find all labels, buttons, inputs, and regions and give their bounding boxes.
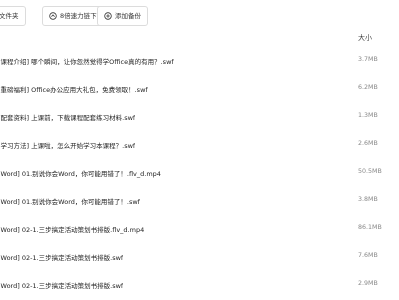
file-size: 2.9MB	[358, 280, 378, 287]
add-backup-label: 添加备份	[115, 12, 141, 20]
file-list-header: 大小	[0, 31, 399, 47]
file-name[interactable]: [Word] 02-1.三步搞定活动策划书排版.swf	[0, 252, 123, 262]
download-speed-icon	[49, 12, 57, 20]
new-folder-button[interactable]: 文件夹	[0, 6, 26, 26]
file-size: 6.2MB	[358, 84, 378, 91]
file-row[interactable]: [Word] 02-1.三步搞定活动策划书排版.swf 7.6MB	[0, 243, 399, 271]
file-size: 7.6MB	[358, 252, 378, 259]
file-name[interactable]: [Word] 02-1.三步搞定活动策划书排版.flv_d.mp4	[0, 224, 144, 234]
new-folder-label: 文件夹	[0, 12, 19, 20]
add-backup-button[interactable]: 添加备份	[97, 6, 148, 26]
file-row[interactable]: [配套资料] 上课前，下载课程配套练习材料.swf 1.3MB	[0, 103, 399, 131]
file-row[interactable]: [学习方法] 上课啦，怎么开始学习本课程？.swf 2.6MB	[0, 131, 399, 159]
file-name[interactable]: [Word] 01.别说你会Word，你可能用错了！.flv_d.mp4	[0, 168, 161, 178]
file-size: 2.6MB	[358, 140, 378, 147]
file-row[interactable]: [课程介绍] 哪个瞬间，让你忽然觉得学Office真的有用？.swf 3.7MB	[0, 47, 399, 75]
file-name[interactable]: [重磅福利] Office办公应用大礼包，免费领取！.swf	[0, 84, 148, 94]
toolbar: 文件夹 8倍速力链下载 添加备份	[0, 0, 399, 34]
file-size: 3.7MB	[358, 56, 378, 63]
file-name[interactable]: [学习方法] 上课啦，怎么开始学习本课程？.swf	[0, 140, 135, 150]
file-row[interactable]: [Word] 01.别说你会Word，你可能用错了！.flv_d.mp4 50.…	[0, 159, 399, 187]
file-name[interactable]: [配套资料] 上课前，下载课程配套练习材料.swf	[0, 112, 135, 122]
file-size: 50.5MB	[358, 168, 382, 175]
file-row[interactable]: [Word] 02-1.三步搞定活动策划书排版.flv_d.mp4 86.1MB	[0, 215, 399, 243]
file-name[interactable]: [课程介绍] 哪个瞬间，让你忽然觉得学Office真的有用？.swf	[0, 56, 174, 66]
file-row[interactable]: [重磅福利] Office办公应用大礼包，免费领取！.swf 6.2MB	[0, 75, 399, 103]
size-column-header[interactable]: 大小	[358, 33, 372, 43]
file-name[interactable]: [Word] 01.别说你会Word，你可能用错了！.swf	[0, 196, 140, 206]
file-size: 3.8MB	[358, 196, 378, 203]
file-name[interactable]: [Word] 02-1.三步搞定活动策划书排版.swf	[0, 280, 123, 290]
file-row[interactable]: [Word] 01.别说你会Word，你可能用错了！.swf 3.8MB	[0, 187, 399, 215]
file-size: 1.3MB	[358, 112, 378, 119]
file-row[interactable]: [Word] 02-1.三步搞定活动策划书排版.swf 2.9MB	[0, 271, 399, 299]
backup-icon	[104, 12, 112, 20]
file-size: 86.1MB	[358, 224, 382, 231]
